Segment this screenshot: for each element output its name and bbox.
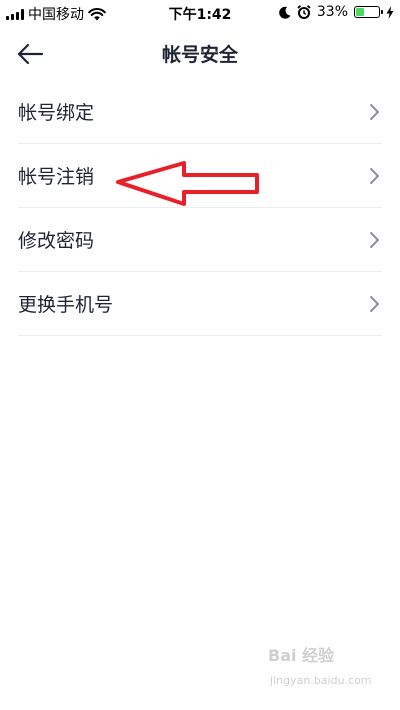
settings-list: 帐号绑定 帐号注销 修改密码 更换手机号 [18, 80, 382, 336]
screen: 中国移动 下午1:42 33% 帐号安全 帐号绑定 帐号注销 修改密码 更换手机… [0, 0, 400, 710]
list-item-account-binding[interactable]: 帐号绑定 [18, 80, 382, 144]
watermark-url: jingyan.baidu.com [270, 674, 372, 687]
status-bar-right: 33% [279, 4, 394, 20]
list-item-label: 修改密码 [18, 230, 95, 252]
battery-percent: 33% [316, 4, 348, 20]
page-title: 帐号安全 [161, 44, 238, 66]
charging-icon [386, 5, 394, 19]
list-item-label: 帐号注销 [18, 166, 95, 188]
battery-fill [356, 8, 364, 16]
chevron-right-icon [370, 231, 379, 248]
moon-icon [279, 6, 291, 19]
battery-icon [354, 6, 383, 18]
watermark-logo: Bai 经验 [268, 646, 335, 665]
red-arrow-annotation [116, 161, 259, 206]
list-item-change-phone[interactable]: 更换手机号 [18, 272, 382, 336]
chevron-right-icon [370, 295, 379, 312]
list-item-label: 帐号绑定 [18, 102, 95, 124]
list-item-change-password[interactable]: 修改密码 [18, 208, 382, 272]
chevron-right-icon [370, 103, 379, 120]
nav-bar: 帐号安全 [0, 26, 400, 82]
list-item-label: 更换手机号 [18, 294, 114, 316]
alarm-icon [297, 5, 311, 19]
status-bar: 中国移动 下午1:42 33% [0, 0, 400, 26]
watermark: Bai 经验 jingyan.baidu.com [268, 640, 378, 696]
chevron-right-icon [370, 167, 379, 184]
